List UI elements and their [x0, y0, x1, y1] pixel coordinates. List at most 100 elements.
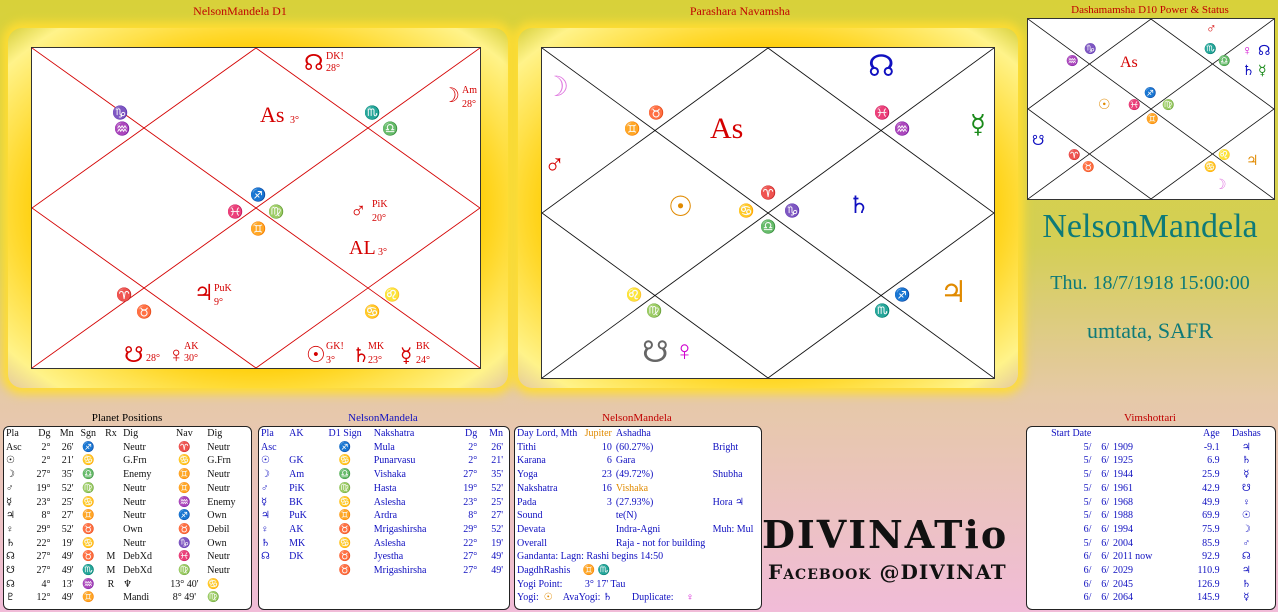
table-cell: 19': [491, 537, 503, 549]
table-cell: 6/: [1101, 455, 1109, 467]
table-cell: 6/: [1101, 578, 1109, 590]
table-header-cell: Mn: [489, 428, 503, 439]
table-cell: 75.9: [1202, 523, 1220, 535]
table-header-cell: Start Date: [1051, 428, 1092, 439]
table-cell: ♊: [81, 592, 95, 604]
table-row: 6/6/2011 now 92.9 ☊: [1027, 550, 1271, 564]
d1-chart[interactable]: As 3° AL 3° ♑ ♒ ♏ ♎ ♐ ♓ ♍ ♊ ♈ ♉ ♌ ♋ ☊ DK…: [31, 47, 481, 369]
table-cell: 69.9: [1202, 510, 1220, 522]
table-cell: 126.9: [1197, 578, 1220, 590]
table-cell: 6/: [1083, 565, 1092, 577]
table-row: ☿ BK ♋ Aslesha 23° 25': [259, 496, 505, 510]
table-cell: 6/: [1101, 482, 1109, 494]
table-cell: ♉: [338, 523, 352, 535]
table-cell: 19°: [463, 482, 478, 494]
table-cell: Raja - not for building: [615, 537, 706, 549]
table-cell: 5/: [1083, 455, 1092, 467]
table-cell: R: [107, 578, 115, 590]
table-cell: 2064: [1113, 592, 1133, 604]
table-row: ♇ 12° 49' ♊ Mandi 8° 49' ♍: [4, 591, 247, 605]
table-cell: 25': [491, 496, 503, 508]
table-cell: 49': [61, 551, 74, 563]
table-cell: MK: [289, 537, 306, 549]
table-cell: 29°: [463, 523, 478, 535]
yogi-point-line: Yogi Point: 3° 17' Tau: [517, 578, 761, 592]
table-row: ♀ AK ♉ Mrigashirsha 29° 52': [259, 523, 505, 537]
table-cell: 27°: [36, 565, 51, 577]
table-cell: ♋: [207, 578, 220, 590]
table-cell: ♋: [81, 496, 95, 508]
table-cell: Jupiter: [584, 428, 612, 439]
table-header-cell: [1111, 427, 1176, 441]
table-cell: 35': [491, 469, 503, 481]
table-row: ♂ 19° 52' ♍ Neutr ♊ Neutr: [4, 482, 247, 496]
table-cell: 6: [606, 455, 612, 467]
table-row: Nakshatra 16 Vishaka: [515, 482, 757, 496]
table-cell: ♋: [81, 455, 95, 467]
navamsha-mars: ♂: [544, 150, 565, 181]
d1-mars: ♂: [350, 198, 367, 223]
table-cell: Ardra: [373, 510, 398, 522]
table-header-cell: Pla: [261, 428, 274, 439]
navamsha-chart[interactable]: As ♉ ♊ ♓ ♒ ♈ ♋ ♑ ♎ ♌ ♍ ♐ ♏ ☽ ♂ ☊ ☿ ☉ ♄ ♃…: [541, 47, 995, 379]
table-cell: ♎: [81, 469, 95, 481]
d1-sign-virgo: ♍: [268, 204, 285, 219]
table-cell: 49': [491, 551, 503, 563]
table-row: 6/6/1994 75.9 ☽: [1027, 523, 1271, 537]
d1-rahu: ☊: [304, 50, 324, 75]
table-cell: (27.93%): [615, 496, 654, 508]
table-header-cell: D1 Sign: [328, 428, 362, 439]
avayogi-planet: ♄: [602, 592, 612, 604]
table-row: 5/6/1961 42.9 ☋: [1027, 482, 1271, 496]
table-cell: Neutr: [207, 551, 230, 563]
table-cell: 26': [61, 441, 74, 453]
table-cell: [711, 427, 757, 441]
table-header-cell: Rx: [105, 428, 117, 439]
table-cell: DebXd: [123, 551, 152, 563]
table-cell: DebXd: [123, 565, 152, 577]
d10-mercury: ☿: [1258, 64, 1267, 79]
table-cell: 16: [601, 482, 612, 494]
d10-chart-lines: [1028, 19, 1274, 199]
table-row: Tithi 10 (60.27%) Bright: [515, 441, 757, 455]
d1-mars-degree: 20°: [372, 213, 386, 224]
d10-saturn: ♄: [1242, 64, 1255, 79]
d10-moon: ☽: [1214, 178, 1227, 193]
table-cell: 5/: [1083, 441, 1092, 453]
table-cell: 6/: [1083, 578, 1092, 590]
d10-sign-taurus: ♉: [1082, 162, 1095, 173]
table-cell: ♄: [6, 537, 15, 549]
navamsha-sun: ☉: [668, 192, 694, 223]
yogi-planet: ☉: [543, 592, 553, 604]
table-cell: ♇: [6, 592, 15, 604]
d1-chart-lines: [32, 48, 480, 368]
table-cell: ♒: [81, 578, 95, 590]
table-cell: ♉: [338, 551, 352, 563]
table-cell: Shubha: [712, 469, 743, 481]
navamsha-sign-cancer: ♋: [738, 203, 755, 218]
d1-sign-aquarius: ♒: [114, 121, 131, 136]
table-cell: Neutr: [207, 565, 230, 577]
table-row: ☽ Am ♎ Vishaka 27° 35': [259, 468, 505, 482]
table-cell: Jyestha: [373, 551, 404, 563]
table-row: ♉ Mrigashirsha 27° 49': [259, 564, 505, 578]
navamsha-saturn: ♄: [848, 193, 870, 219]
d10-sign-aquarius: ♒: [1066, 56, 1079, 67]
table-cell: ♍: [207, 592, 220, 604]
table-cell: 85.9: [1202, 537, 1220, 549]
avayogi-label: AvaYogi:: [562, 592, 601, 604]
table-header-cell: Mn: [59, 428, 74, 439]
navamsha-sign-virgo: ♍: [646, 303, 663, 318]
table-cell: ♏: [81, 565, 95, 577]
table-row: 5/6/1909 -9.1 ♃: [1027, 441, 1271, 455]
table-cell: ♐: [178, 510, 191, 522]
table-cell: Enemy: [207, 496, 236, 508]
table-cell: ♂: [6, 482, 14, 494]
table-cell: 21': [61, 455, 74, 467]
table-cell: ♃: [1241, 565, 1251, 577]
table-cell: ☉: [261, 455, 270, 467]
table-row: ♀ 29° 52' ♉ Own ♉ Debil: [4, 523, 247, 537]
karakas-title: NelsonMandela: [348, 412, 418, 424]
d10-chart[interactable]: As ♑ ♒ ♏ ♎ ♐ ♓ ♍ ♊ ♈ ♉ ♌ ♋ ♂ ♀ ☊ ☿ ☉ ♄ ♃…: [1027, 18, 1275, 200]
table-row: Karana 6 Gara: [515, 454, 757, 468]
